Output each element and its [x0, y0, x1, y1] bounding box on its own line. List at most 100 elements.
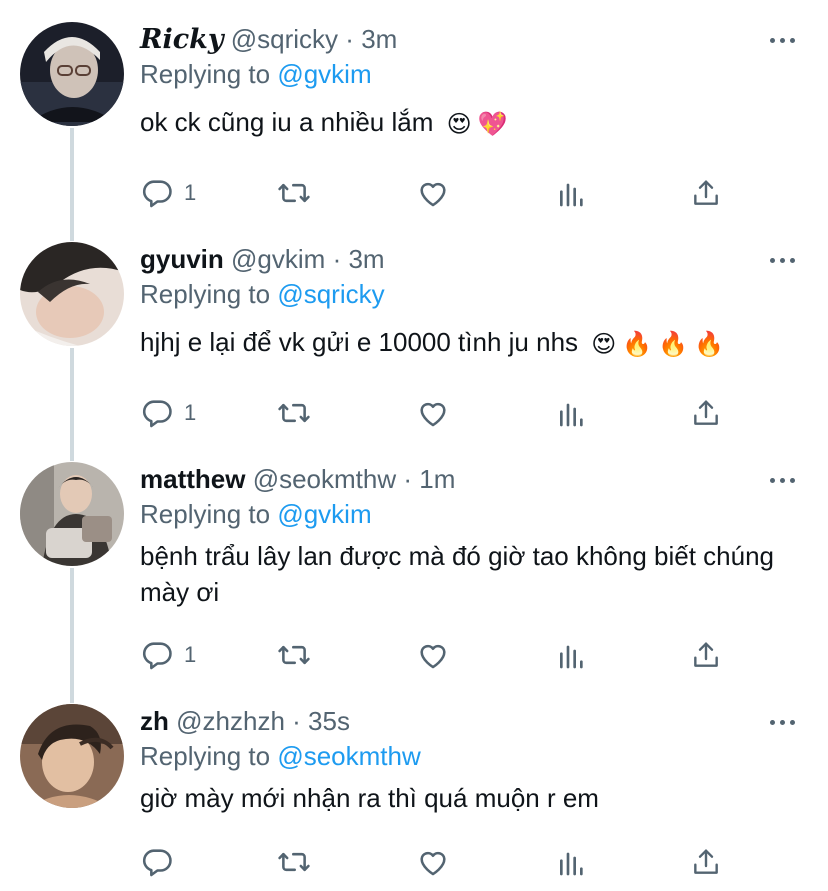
replying-to: Replying to @gvkim [140, 56, 808, 92]
share-icon [694, 400, 718, 425]
timestamp[interactable]: 1m [419, 464, 455, 494]
replying-to-label: Replying to [140, 499, 271, 529]
tweet-text-body: ok ck cũng iu a nhiều lắm [140, 107, 434, 137]
more-icon[interactable] [770, 712, 800, 732]
tweet-content: matthew @seokmthw · 1m Replying to @gvki… [140, 462, 808, 610]
tweet-text-body: giờ mày mới nhận ra thì quá muộn r em [140, 783, 599, 813]
more-icon[interactable] [770, 250, 800, 270]
tweet-text: bệnh trẩu lây lan được mà đó giờ tao khô… [140, 538, 808, 610]
emoji: 🔥 [694, 330, 724, 359]
retweet-icon [278, 852, 310, 872]
tweet-actions: 1 [140, 173, 740, 213]
analytics-button[interactable] [556, 393, 588, 433]
replying-to-label: Replying to [140, 279, 271, 309]
tweet[interactable]: zh @zhzhzh · 35s Replying to @seokmthw g… [0, 704, 828, 891]
analytics-icon [560, 645, 583, 669]
like-button[interactable] [416, 173, 450, 213]
tweet-content: zh @zhzhzh · 35s Replying to @seokmthw g… [140, 704, 808, 816]
share-button[interactable] [690, 635, 722, 675]
display-name[interactable]: zh [140, 706, 169, 736]
reply-count: 1 [184, 642, 197, 667]
share-icon [694, 642, 718, 667]
user-handle[interactable]: @zhzhzh [176, 706, 285, 736]
tweet-header: Ricky @sqricky · 3m [140, 22, 808, 56]
user-handle[interactable]: @sqricky [231, 24, 338, 54]
reply-count: 1 [184, 180, 197, 205]
heart-icon [420, 402, 446, 427]
separator: · [345, 24, 354, 54]
heart-icon [420, 182, 446, 207]
emoji: 🔥 [622, 330, 653, 359]
tweet-text: hjhj e lại để vk gửi e 10000 tình ju nhs… [140, 324, 808, 362]
avatar[interactable] [20, 462, 124, 566]
replying-to: Replying to @sqricky [140, 276, 808, 312]
retweet-icon [278, 645, 310, 665]
reply-icon [142, 400, 172, 428]
display-name[interactable]: Ricky [140, 24, 224, 55]
mention-link[interactable]: @gvkim [277, 499, 371, 529]
tweet-actions: 1 [140, 635, 740, 675]
display-name[interactable]: matthew [140, 464, 245, 494]
mention-link[interactable]: @sqricky [277, 279, 384, 309]
analytics-button[interactable] [556, 173, 588, 213]
heart-icon [420, 644, 446, 669]
retweet-button[interactable] [276, 173, 312, 213]
tweet-header: gyuvin @gvkim · 3m [140, 242, 808, 276]
retweet-button[interactable] [276, 393, 312, 433]
more-icon[interactable] [770, 470, 800, 490]
analytics-icon [560, 403, 583, 427]
share-icon [694, 180, 718, 205]
share-button[interactable] [690, 173, 722, 213]
tweet-text-body: hjhj e lại để vk gửi e 10000 tình ju nhs [140, 327, 579, 357]
avatar[interactable] [20, 242, 124, 346]
tweet[interactable]: matthew @seokmthw · 1m Replying to @gvki… [0, 462, 828, 694]
share-button[interactable] [690, 393, 722, 433]
tweet-content: gyuvin @gvkim · 3m Replying to @sqricky … [140, 242, 808, 362]
reply-button[interactable]: 1 [140, 635, 196, 675]
share-icon [694, 849, 718, 874]
reply-button[interactable]: 1 [140, 393, 196, 433]
timestamp[interactable]: 3m [361, 24, 397, 54]
tweet[interactable]: gyuvin @gvkim · 3m Replying to @sqricky … [0, 242, 828, 452]
separator: · [292, 706, 301, 736]
avatar[interactable] [20, 704, 124, 808]
retweet-icon [278, 403, 310, 423]
emoji: 🔥 [658, 330, 689, 359]
timestamp[interactable]: 3m [348, 244, 384, 274]
replying-to: Replying to @gvkim [140, 496, 808, 532]
analytics-button[interactable] [556, 842, 588, 882]
analytics-icon [560, 852, 583, 876]
retweet-button[interactable] [276, 842, 312, 882]
user-handle[interactable]: @gvkim [231, 244, 325, 274]
separator: · [403, 464, 413, 494]
mention-link[interactable]: @gvkim [277, 59, 371, 89]
analytics-button[interactable] [556, 635, 588, 675]
tweet-header: zh @zhzhzh · 35s [140, 704, 808, 738]
tweet[interactable]: Ricky @sqricky · 3m Replying to @gvkim o… [0, 22, 828, 232]
like-button[interactable] [416, 393, 450, 433]
replying-to-label: Replying to [140, 741, 271, 771]
more-icon[interactable] [770, 30, 800, 50]
display-name[interactable]: gyuvin [140, 244, 224, 274]
reply-icon [142, 642, 172, 670]
retweet-button[interactable] [276, 635, 312, 675]
retweet-icon [278, 183, 310, 203]
tweet-text: giờ mày mới nhận ra thì quá muộn r em [140, 780, 808, 816]
replying-to: Replying to @seokmthw [140, 738, 808, 774]
reply-icon [142, 849, 172, 877]
tweet-text: ok ck cũng iu a nhiều lắm 😍 💖 [140, 104, 808, 142]
emoji: 💖 [477, 110, 508, 139]
reply-button[interactable]: 1 [140, 173, 196, 213]
mention-link[interactable]: @seokmthw [277, 741, 420, 771]
like-button[interactable] [416, 842, 450, 882]
tweet-actions: 1 [140, 393, 740, 433]
tweet-actions [140, 842, 740, 882]
timestamp[interactable]: 35s [308, 706, 350, 736]
reply-button[interactable] [140, 842, 184, 882]
share-button[interactable] [690, 842, 722, 882]
like-button[interactable] [416, 635, 450, 675]
emoji: 😍 [446, 110, 472, 139]
user-handle[interactable]: @seokmthw [253, 464, 396, 494]
tweet-header: matthew @seokmthw · 1m [140, 462, 808, 496]
avatar[interactable] [20, 22, 124, 126]
